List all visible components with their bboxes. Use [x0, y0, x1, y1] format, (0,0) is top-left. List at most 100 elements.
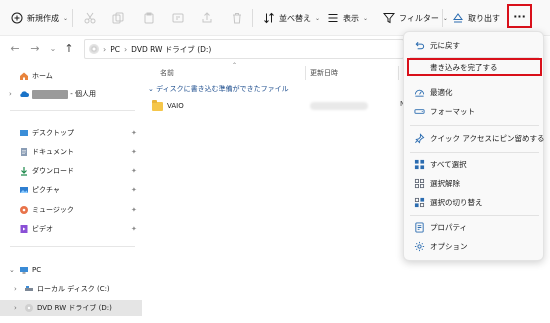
paste-icon	[142, 11, 156, 25]
breadcrumb-dvd-drive[interactable]: DVD RW ドライブ (D:)	[131, 44, 211, 55]
view-button[interactable]: 表示 ⌄	[326, 8, 368, 28]
forward-arrow-icon[interactable]: →	[28, 41, 42, 55]
menu-item-invert-selection[interactable]: 選択の切り替え	[408, 193, 541, 211]
eject-label: 取り出す	[468, 13, 500, 23]
menu-item-pin-quick-access[interactable]: クイック アクセスにピン留めする	[408, 129, 545, 147]
menu-item-label: すべて選択	[430, 159, 467, 169]
toolbar-divider	[442, 9, 443, 27]
sidebar-item-label: ビデオ	[32, 225, 53, 233]
chevron-right-icon[interactable]: ›	[9, 90, 12, 98]
invert-selection-icon	[414, 197, 425, 208]
sidebar-item-music[interactable]: ミュージック ✦	[0, 202, 142, 218]
menu-item-label: フォーマット	[430, 106, 475, 116]
picture-icon	[19, 185, 29, 195]
menu-item-select-none[interactable]: 選択解除	[408, 174, 541, 192]
recent-chevron-icon[interactable]: ⌄	[46, 41, 60, 55]
menu-item-finish-burning[interactable]: 書き込みを完了する	[407, 58, 542, 76]
delete-button[interactable]	[230, 8, 244, 28]
pc-icon	[19, 265, 29, 275]
copy-button[interactable]	[111, 8, 125, 28]
cut-icon	[83, 11, 97, 25]
pin-icon[interactable]: ✦	[131, 148, 137, 156]
back-arrow-icon[interactable]: ←	[8, 41, 22, 55]
menu-item-select-all[interactable]: すべて選択	[408, 155, 541, 173]
new-button[interactable]: 新規作成 ⌄	[10, 8, 68, 28]
share-button[interactable]	[200, 8, 214, 28]
more-options-menu: 元に戻す 書き込みを完了する 最適化 フォーマット クイック アクセスにピン留め…	[403, 31, 545, 261]
sidebar-item-local-disk[interactable]: › ローカル ディスク (C:)	[0, 281, 142, 297]
sidebar-item-videos[interactable]: ビデオ ✦	[0, 221, 142, 237]
sidebar-item-pc[interactable]: ⌄ PC	[0, 262, 142, 278]
filter-icon	[382, 11, 396, 25]
pin-icon[interactable]: ✦	[131, 225, 137, 233]
redacted-date	[310, 102, 368, 110]
plus-circle-icon	[10, 11, 24, 25]
copy-icon	[111, 11, 125, 25]
menu-item-undo[interactable]: 元に戻す	[408, 36, 541, 54]
sidebar-item-label: ドキュメント	[32, 148, 74, 156]
rename-button[interactable]	[171, 8, 185, 28]
sort-icon	[262, 11, 276, 25]
sidebar-item-dvd-drive[interactable]: › DVD RW ドライブ (D:)	[0, 300, 142, 316]
ellipsis-icon: ···	[513, 9, 526, 23]
gear-icon	[414, 241, 425, 252]
desktop-icon	[19, 128, 29, 138]
pin-icon[interactable]: ✦	[131, 129, 137, 137]
pin-icon[interactable]: ✦	[131, 167, 137, 175]
sidebar-item-onedrive[interactable]: › - 個人用	[0, 86, 142, 102]
chevron-down-icon: ⌄	[63, 14, 69, 22]
menu-item-properties[interactable]: プロパティ	[408, 218, 541, 236]
menu-item-format[interactable]: フォーマット	[408, 102, 541, 120]
properties-icon	[414, 221, 425, 233]
document-icon	[19, 147, 29, 157]
sidebar-item-home[interactable]: ホーム	[0, 68, 142, 84]
chevron-right-icon[interactable]: ›	[14, 304, 17, 312]
breadcrumb-separator: ›	[103, 44, 107, 54]
file-row-vaio[interactable]: VAIO	[152, 99, 184, 113]
more-options-button[interactable]: ···	[507, 4, 532, 28]
chevron-down-icon[interactable]: ⌄	[9, 266, 15, 274]
menu-item-label: プロパティ	[430, 222, 468, 232]
sort-caret-icon: ⌃	[232, 62, 238, 69]
optimize-icon	[414, 87, 425, 98]
column-divider[interactable]	[398, 66, 399, 80]
breadcrumb-pc[interactable]: PC	[110, 45, 120, 54]
pin-icon[interactable]: ✦	[131, 186, 137, 194]
trash-icon	[230, 11, 244, 25]
redacted-name	[32, 89, 68, 99]
music-icon	[19, 205, 29, 215]
menu-item-options[interactable]: オプション	[408, 237, 541, 255]
up-arrow-icon[interactable]: ↑	[62, 41, 76, 55]
menu-divider	[410, 152, 539, 153]
menu-item-label: 元に戻す	[430, 40, 460, 50]
sort-button[interactable]: 並べ替え ⌄	[262, 8, 320, 28]
column-divider[interactable]	[305, 66, 306, 80]
menu-item-label: 最適化	[430, 87, 453, 97]
filter-button[interactable]: フィルター ⌄	[382, 8, 448, 28]
sidebar-item-label: デスクトップ	[32, 129, 74, 137]
sidebar-item-label: ピクチャ	[32, 186, 60, 194]
dvd-drive-icon	[89, 44, 99, 54]
column-header-modified[interactable]: 更新日時	[310, 68, 338, 78]
sidebar-item-label: - 個人用	[32, 89, 96, 99]
undo-icon	[414, 40, 425, 51]
format-icon	[414, 106, 425, 117]
sidebar-item-label: DVD RW ドライブ (D:)	[37, 304, 112, 312]
menu-item-label: 書き込みを完了する	[430, 62, 498, 72]
chevron-right-icon[interactable]: ›	[14, 285, 17, 293]
group-header[interactable]: ⌄ ディスクに書き込む準備ができたファイル	[148, 84, 289, 94]
sidebar-item-documents[interactable]: ドキュメント ✦	[0, 144, 142, 160]
pin-icon[interactable]: ✦	[131, 206, 137, 214]
sidebar-item-desktop[interactable]: デスクトップ ✦	[0, 125, 142, 141]
cut-button[interactable]	[83, 8, 97, 28]
sidebar-item-label: ローカル ディスク (C:)	[37, 285, 110, 293]
eject-button[interactable]: 取り出す	[451, 8, 500, 28]
menu-item-optimize[interactable]: 最適化	[408, 83, 541, 101]
filter-label: フィルター	[399, 13, 439, 23]
column-header-name[interactable]: 名前	[160, 68, 174, 78]
address-bar[interactable]: › PC › DVD RW ドライブ (D:)	[84, 39, 404, 59]
sidebar-item-downloads[interactable]: ダウンロード ✦	[0, 163, 142, 179]
menu-item-label: クイック アクセスにピン留めする	[430, 133, 545, 143]
paste-button[interactable]	[142, 8, 156, 28]
sidebar-item-pictures[interactable]: ピクチャ ✦	[0, 182, 142, 198]
